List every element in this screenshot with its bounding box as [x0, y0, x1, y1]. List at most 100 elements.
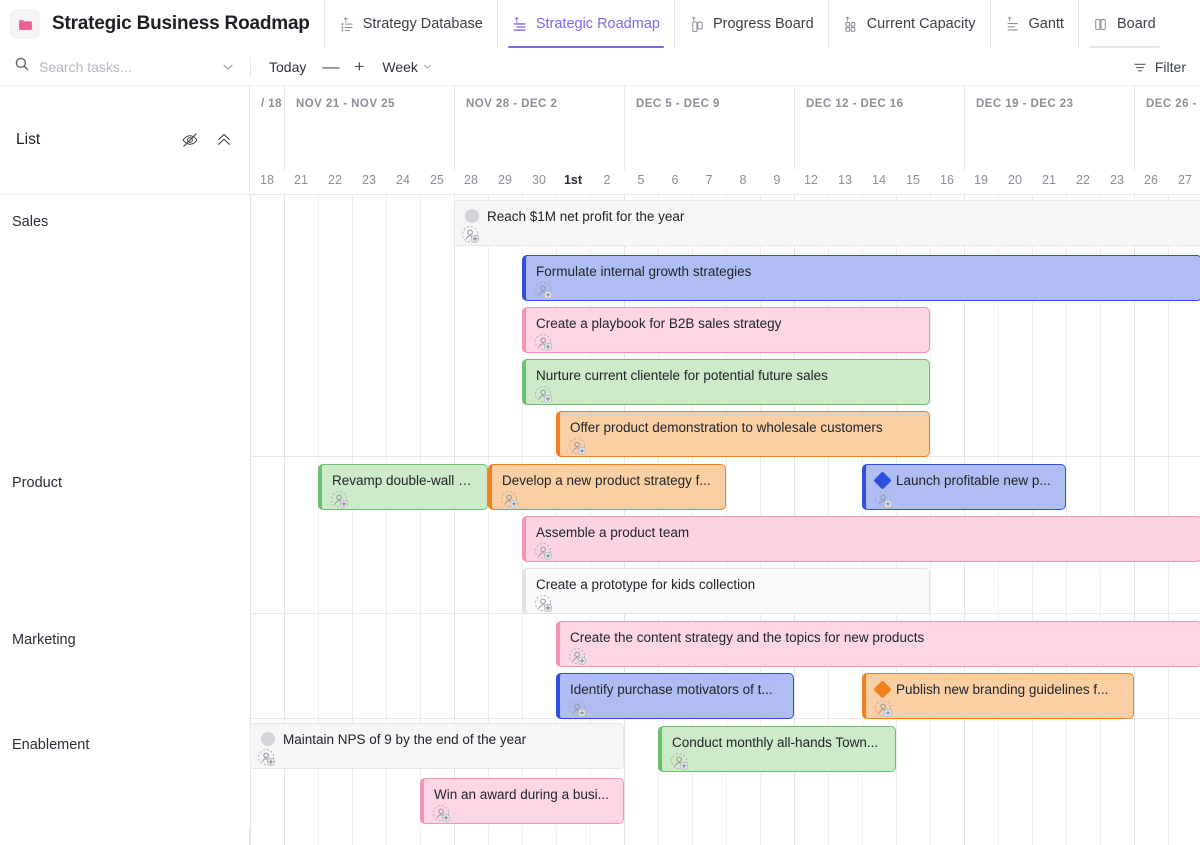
gantt-task-bar[interactable]: Reach $1M net profit for the year [454, 200, 1200, 246]
add-assignee-icon[interactable] [432, 804, 452, 824]
task-name: Create a playbook for B2B sales strategy [536, 316, 921, 331]
eye-off-icon[interactable] [181, 131, 199, 149]
add-assignee-icon[interactable] [257, 748, 277, 768]
gantt-task-bar[interactable]: Launch profitable new p... [862, 464, 1066, 510]
day-header-cell: 29 [488, 170, 522, 195]
chevron-down-icon[interactable] [220, 59, 236, 75]
sidebar-group-marketing[interactable]: Marketing [0, 613, 250, 718]
day-header-cell: 1st [556, 170, 590, 195]
add-assignee-icon[interactable] [461, 225, 481, 245]
gantt-task-bar[interactable]: Develop a new product strategy f... [488, 464, 726, 510]
gantt-task-bar[interactable]: Create a prototype for kids collection [522, 568, 930, 614]
day-header-cell: 14 [862, 170, 896, 195]
add-assignee-icon[interactable] [568, 647, 588, 667]
tab-gantt[interactable]: Gantt [990, 0, 1078, 48]
add-assignee-icon[interactable] [534, 281, 554, 301]
day-header-cell: 18 [250, 170, 284, 195]
tab-strategic-roadmap[interactable]: Strategic Roadmap [497, 0, 674, 48]
day-header-cell: 23 [352, 170, 386, 195]
add-assignee-icon[interactable] [568, 437, 588, 457]
tab-strategy-database[interactable]: Strategy Database [324, 0, 497, 48]
add-assignee-icon[interactable] [874, 490, 894, 510]
day-header-cell: 23 [1100, 170, 1134, 195]
board-view-icon [1093, 16, 1110, 33]
day-header-cell: 13 [828, 170, 862, 195]
sidebar-group-product[interactable]: Product [0, 456, 250, 613]
timeline-pane[interactable]: / 18NOV 21 - NOV 25NOV 28 - DEC 2DEC 5 -… [250, 86, 1200, 845]
gantt-task-bar[interactable]: Nurture current clientele for potential … [522, 359, 930, 405]
add-assignee-icon[interactable] [874, 699, 894, 719]
milestone-circle-icon [261, 732, 275, 746]
add-assignee-icon[interactable] [568, 699, 588, 719]
scale-label: Week [382, 59, 418, 75]
search-input[interactable] [39, 57, 209, 77]
task-name: Create the content strategy and the topi… [570, 630, 1193, 645]
timeline-view-icon [512, 16, 529, 33]
add-assignee-icon[interactable] [500, 490, 520, 510]
group-label-text: Sales [12, 195, 48, 230]
filter-button[interactable]: Filter [1132, 59, 1186, 75]
tab-board[interactable]: Board [1078, 0, 1170, 48]
week-header-cell: NOV 28 - DEC 2 [454, 86, 624, 170]
task-name: Reach $1M net profit for the year [487, 209, 1193, 224]
gantt-task-bar[interactable]: Publish new branding guidelines f... [862, 673, 1134, 719]
week-header-cell: DEC 19 - DEC 23 [964, 86, 1134, 170]
day-header-cell: 22 [318, 170, 352, 195]
add-assignee-icon[interactable] [534, 594, 554, 614]
gantt-task-bar[interactable]: Assemble a product team [522, 516, 1200, 562]
gantt-view-icon [1005, 16, 1022, 33]
zoom-out-button[interactable]: — [322, 58, 336, 75]
task-name: Publish new branding guidelines f... [896, 682, 1125, 697]
day-header-cell: 22 [1066, 170, 1100, 195]
day-header-cell: 21 [284, 170, 318, 195]
add-assignee-icon[interactable] [534, 385, 554, 405]
day-header-cell: 7 [692, 170, 726, 195]
add-assignee-icon[interactable] [330, 490, 350, 510]
add-assignee-icon[interactable] [534, 542, 554, 562]
gantt-task-bar[interactable]: Create the content strategy and the topi… [556, 621, 1200, 667]
zoom-in-button[interactable]: + [352, 58, 366, 75]
gantt-task-bar[interactable]: Revamp double-wall gl... [318, 464, 488, 510]
gantt-task-bar[interactable]: Maintain NPS of 9 by the end of the year [250, 723, 624, 769]
filter-icon [1132, 59, 1148, 75]
add-assignee-icon[interactable] [534, 333, 554, 353]
tab-label: Strategic Roadmap [536, 17, 660, 32]
folder-icon [10, 9, 40, 39]
view-tabs: Strategy Database Strategic Roadmap [324, 0, 1200, 48]
today-button[interactable]: Today [269, 59, 306, 75]
app-header: Strategic Business Roadmap Strategy Data… [0, 0, 1200, 48]
tab-label: Strategy Database [363, 17, 483, 32]
add-assignee-icon[interactable] [670, 752, 690, 772]
sidebar-group-sales[interactable]: Sales [0, 195, 250, 456]
task-name: Offer product demonstration to wholesale… [570, 420, 921, 435]
gantt-task-bar[interactable]: Conduct monthly all-hands Town... [658, 726, 896, 772]
day-header-cell: 25 [420, 170, 454, 195]
sidebar-group-enablement[interactable]: Enablement [0, 718, 250, 828]
gantt-task-bar[interactable]: Offer product demonstration to wholesale… [556, 411, 930, 457]
day-header-cell: 15 [896, 170, 930, 195]
timeline-body[interactable]: Reach $1M net profit for the year Formula… [250, 195, 1200, 845]
gantt-task-bar[interactable]: Formulate internal growth strategies [522, 255, 1200, 301]
gantt-main: / 18NOV 21 - NOV 25NOV 28 - DEC 2DEC 5 -… [0, 86, 1200, 845]
week-header-cell: DEC 12 - DEC 16 [794, 86, 964, 170]
task-name: Conduct monthly all-hands Town... [672, 735, 887, 750]
day-header-cell: 27 [1168, 170, 1200, 195]
search-box[interactable] [0, 48, 250, 86]
day-header-cell: 16 [930, 170, 964, 195]
milestone-diamond-icon [873, 471, 891, 489]
task-name: Maintain NPS of 9 by the end of the year [283, 732, 615, 747]
chevron-down-icon [423, 62, 432, 71]
day-header-cell: 9 [760, 170, 794, 195]
task-name: Revamp double-wall gl... [332, 473, 479, 488]
tab-current-capacity[interactable]: Current Capacity [828, 0, 990, 48]
tab-progress-board[interactable]: Progress Board [674, 0, 828, 48]
gantt-task-bar[interactable]: Create a playbook for B2B sales strategy [522, 307, 930, 353]
gantt-task-bar[interactable]: Win an award during a busi... [420, 778, 624, 824]
gantt-task-bar[interactable]: Identify purchase motivators of t... [556, 673, 794, 719]
day-header-cell: 26 [1134, 170, 1168, 195]
header-divider [250, 194, 1200, 195]
chevrons-up-icon[interactable] [215, 131, 233, 149]
group-label-text: Enablement [12, 718, 89, 753]
day-header-cell: 24 [386, 170, 420, 195]
scale-select[interactable]: Week [382, 59, 432, 75]
